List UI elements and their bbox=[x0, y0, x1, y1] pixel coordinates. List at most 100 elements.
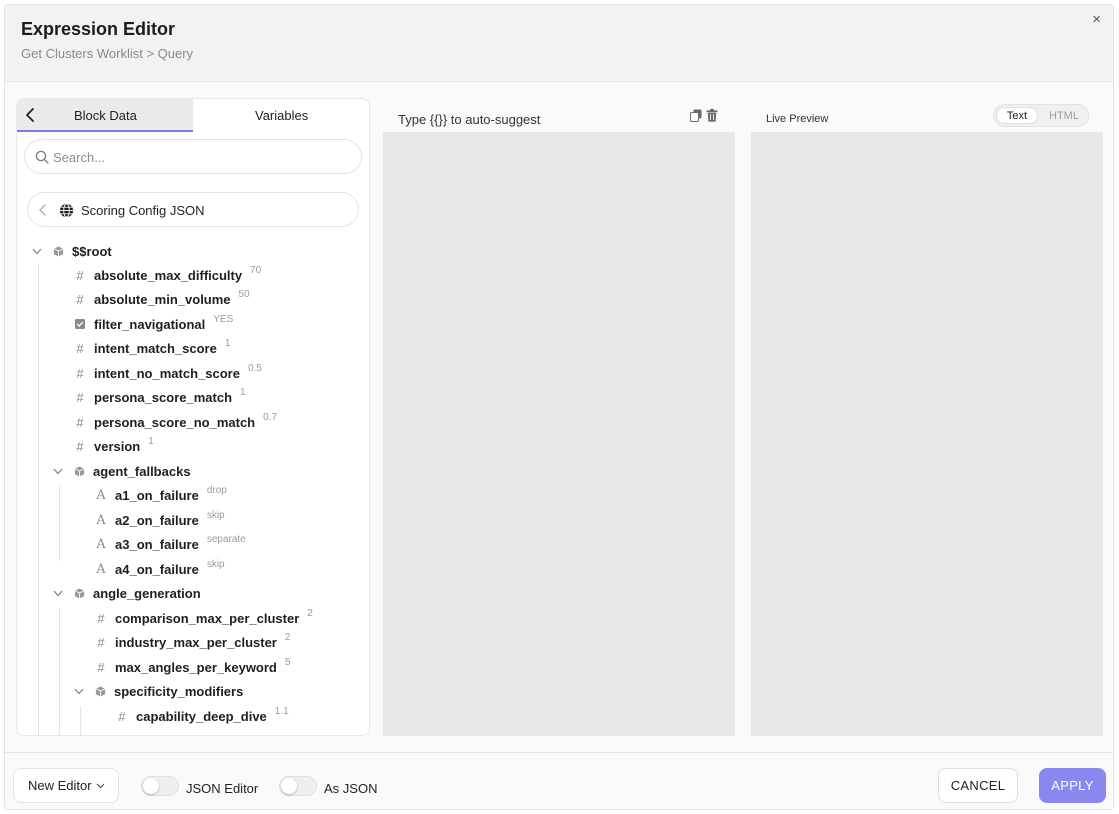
tree-leaf[interactable]: # absolute_max_difficulty 70 bbox=[73, 265, 261, 285]
number-type-icon: # bbox=[76, 267, 84, 283]
live-preview-pane bbox=[751, 132, 1103, 736]
tree-leaf[interactable]: # industry_max_per_cluster 2 bbox=[94, 632, 290, 652]
apply-button[interactable]: APPLY bbox=[1039, 768, 1106, 803]
checkbox-type-icon bbox=[73, 317, 87, 331]
number-type-icon: # bbox=[118, 708, 126, 724]
number-type-icon: # bbox=[97, 610, 105, 626]
tree-leaf-value: skip bbox=[206, 509, 225, 521]
tree-leaf-key: a1_on_failure bbox=[115, 487, 199, 503]
tree-guide bbox=[59, 485, 60, 561]
tree-leaf[interactable]: # persona_score_match 1 bbox=[73, 387, 245, 407]
json-editor-toggle[interactable] bbox=[141, 776, 179, 796]
breadcrumb: Get Clusters Worklist > Query bbox=[21, 46, 194, 61]
tree-leaf[interactable]: # max_angles_per_keyword 5 bbox=[94, 657, 290, 677]
tree-guide bbox=[80, 706, 81, 735]
dialog-footer: New Editor JSON Editor As JSON CANCEL AP… bbox=[5, 752, 1113, 809]
cancel-button[interactable]: CANCEL bbox=[938, 768, 1018, 803]
tree-leaf[interactable]: filter_navigational YES bbox=[73, 314, 233, 334]
editor-type-select[interactable]: New Editor bbox=[13, 768, 119, 803]
search-field[interactable] bbox=[24, 139, 362, 174]
string-type-icon: A bbox=[96, 536, 106, 552]
preview-mode-text[interactable]: Text bbox=[996, 107, 1038, 124]
preview-mode-toggle: Text HTML bbox=[993, 104, 1089, 127]
toggle-knob bbox=[143, 778, 159, 794]
search-input[interactable] bbox=[53, 148, 343, 166]
chevron-down-icon[interactable] bbox=[31, 245, 43, 257]
tree-node-key: $$root bbox=[72, 243, 112, 259]
tab-variables[interactable]: Variables bbox=[193, 99, 369, 132]
tree-leaf-key: intent_no_match_score bbox=[94, 365, 240, 381]
expression-editor-pane[interactable] bbox=[383, 132, 735, 736]
tree-leaf-key: absolute_min_volume bbox=[94, 291, 231, 307]
tree-node-key: angle_generation bbox=[93, 585, 201, 601]
chevron-down-icon bbox=[96, 783, 105, 788]
close-icon[interactable]: × bbox=[1092, 11, 1101, 28]
string-type-icon: A bbox=[96, 487, 106, 503]
tree-leaf-key: version bbox=[94, 438, 141, 454]
tree-leaf-value: 1 bbox=[224, 337, 231, 349]
tree-leaf-value: drop bbox=[206, 484, 227, 496]
data-source-label: Scoring Config JSON bbox=[81, 203, 205, 218]
dialog-header: Expression Editor Get Clusters Worklist … bbox=[5, 5, 1113, 82]
tree-leaf[interactable]: # version 1 bbox=[73, 435, 154, 456]
back-arrow-icon[interactable] bbox=[23, 106, 39, 124]
live-preview-label: Live Preview bbox=[766, 113, 829, 125]
tree-leaf[interactable]: # comparison_max_per_cluster 2 bbox=[94, 608, 312, 628]
tree-leaf-key: persona_score_no_match bbox=[94, 414, 256, 430]
tab-block-data[interactable]: Block Data bbox=[17, 99, 193, 132]
tree-leaf-key: filter_navigational bbox=[94, 316, 206, 332]
tree-node-agent-fallbacks[interactable]: agent_fallbacks bbox=[52, 461, 191, 481]
number-type-icon: # bbox=[97, 634, 105, 650]
tree-leaf[interactable]: # absolute_min_volume 50 bbox=[73, 288, 250, 309]
search-icon bbox=[35, 150, 49, 164]
data-source-selector[interactable]: Scoring Config JSON bbox=[27, 192, 359, 227]
tree-guide bbox=[59, 608, 60, 735]
cube-icon bbox=[72, 464, 86, 478]
as-json-label: As JSON bbox=[324, 781, 378, 796]
preview-mode-html[interactable]: HTML bbox=[1042, 107, 1086, 124]
tree-node-root[interactable]: $$root bbox=[31, 241, 112, 261]
number-type-icon: # bbox=[76, 414, 84, 430]
tree-guide bbox=[38, 263, 39, 735]
tree-leaf-key: industry_max_per_cluster bbox=[115, 634, 277, 650]
tree-node-specificity-modifiers[interactable]: specificity_modifiers bbox=[73, 681, 243, 701]
editor-toolbar bbox=[690, 109, 718, 122]
tree-leaf-key: a4_on_failure bbox=[115, 561, 199, 577]
chevron-down-icon[interactable] bbox=[52, 587, 64, 599]
tree-leaf[interactable]: A a2_on_failure skip bbox=[94, 509, 225, 530]
as-json-toggle[interactable] bbox=[279, 776, 317, 796]
tree-leaf[interactable]: # intent_no_match_score 0.5 bbox=[73, 363, 261, 383]
tree-node-angle-generation[interactable]: angle_generation bbox=[52, 583, 201, 603]
editor-hint: Type {{}} to auto-suggest bbox=[398, 112, 541, 127]
tree-leaf[interactable]: # intent_match_score 1 bbox=[73, 338, 230, 358]
tree-leaf-value: 2 bbox=[284, 631, 291, 643]
tree-leaf[interactable]: A a1_on_failure drop bbox=[94, 485, 227, 505]
trash-icon[interactable] bbox=[706, 109, 718, 122]
tree-leaf-value: YES bbox=[213, 313, 234, 325]
tree-leaf-key: comparison_max_per_cluster bbox=[115, 610, 300, 626]
tree-leaf-key: persona_score_match bbox=[94, 389, 233, 405]
tree-leaf-value: skip bbox=[206, 558, 225, 570]
number-type-icon: # bbox=[76, 340, 84, 356]
tree-leaf-key: intent_match_score bbox=[94, 340, 217, 356]
panel-tabs: Block Data Variables bbox=[17, 99, 369, 132]
tree-leaf[interactable]: A a3_on_failure separate bbox=[94, 534, 245, 554]
number-type-icon: # bbox=[97, 659, 105, 675]
chevron-down-icon[interactable] bbox=[52, 465, 64, 477]
tree-leaf[interactable]: # persona_score_no_match 0.7 bbox=[73, 412, 277, 432]
tree-leaf-value: 0.7 bbox=[263, 411, 278, 423]
dialog-title: Expression Editor bbox=[21, 19, 176, 39]
tree-leaf-value: 1 bbox=[148, 435, 154, 447]
tree-leaf-value: 1.1 bbox=[274, 705, 289, 717]
number-type-icon: # bbox=[76, 389, 84, 405]
tree-leaf-value: 50 bbox=[238, 288, 250, 300]
tab-block-data-label: Block Data bbox=[74, 108, 137, 123]
tree-leaf-key: a2_on_failure bbox=[115, 512, 199, 528]
expression-editor-dialog: Expression Editor Get Clusters Worklist … bbox=[4, 4, 1114, 810]
chevron-left-icon[interactable] bbox=[38, 203, 48, 217]
tree-leaf[interactable]: A a4_on_failure skip bbox=[94, 558, 225, 579]
copy-icon[interactable] bbox=[690, 109, 702, 122]
tree-node-key: specificity_modifiers bbox=[114, 683, 244, 699]
chevron-down-icon[interactable] bbox=[73, 685, 85, 697]
tree-leaf[interactable]: # capability_deep_dive 1.1 bbox=[115, 705, 289, 726]
